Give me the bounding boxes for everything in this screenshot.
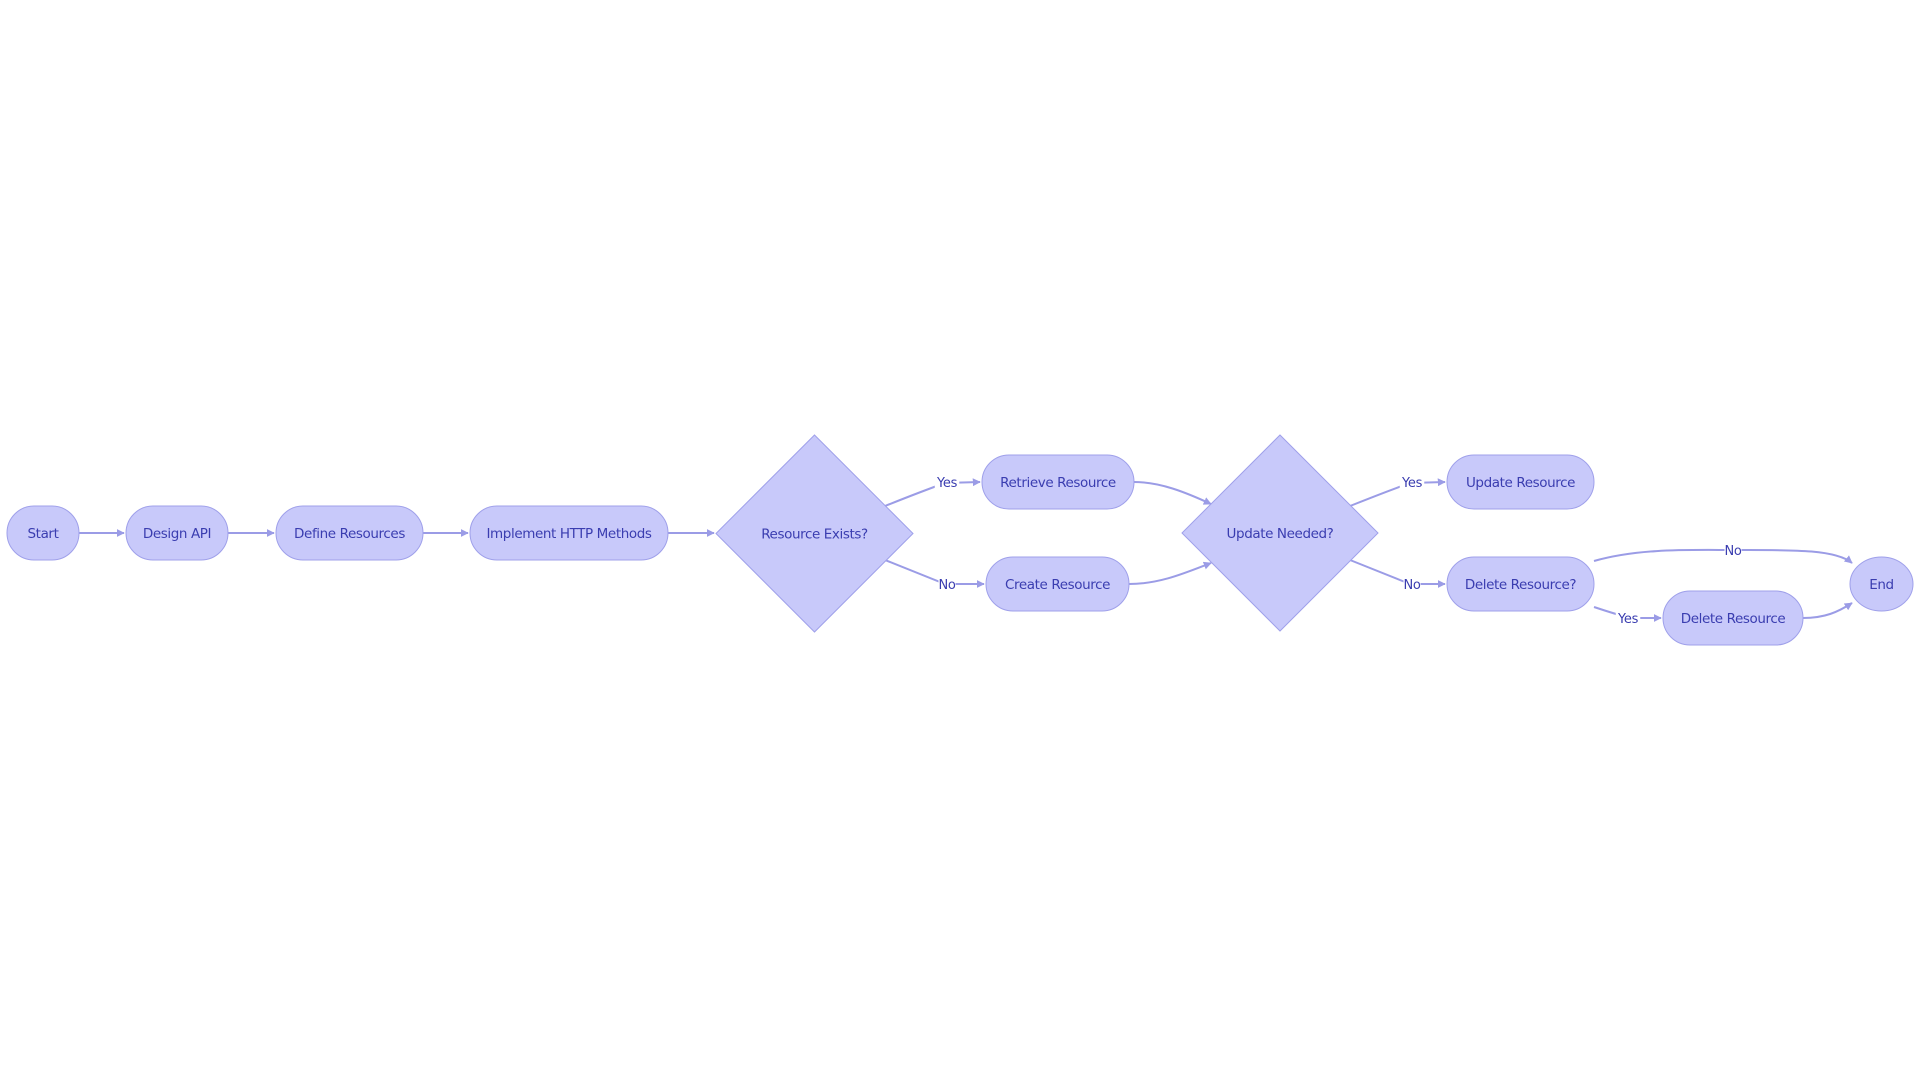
edge-label-yes: Yes (1615, 611, 1641, 627)
edge-label-yes: Yes (934, 475, 960, 491)
node-label: Implement HTTP Methods (486, 526, 651, 542)
node-delete-resource-q[interactable]: Delete Resource? (1446, 556, 1595, 612)
edge-delete-resource-to-end (1802, 602, 1853, 619)
edge-label-no: No (1724, 543, 1742, 559)
node-label: End (1869, 577, 1893, 593)
node-label: Retrieve Resource (1000, 475, 1116, 491)
node-label: Resource Exists? (761, 527, 868, 543)
node-resource-exists[interactable]: Resource Exists? (715, 434, 914, 633)
edge-resource-exists-to-create-resource (884, 559, 985, 588)
edge-label-yes: Yes (1399, 475, 1425, 491)
edge-create-resource-to-update-needed (1128, 561, 1212, 585)
edge-label-text: Yes (936, 476, 958, 491)
edge-label-text: No (1403, 578, 1420, 593)
node-define-resources[interactable]: Define Resources (275, 505, 424, 561)
node-label: Update Needed? (1227, 526, 1334, 542)
node-update-resource[interactable]: Update Resource (1446, 454, 1595, 510)
node-label: Create Resource (1005, 577, 1110, 593)
edge-update-needed-to-delete-resource-q (1349, 559, 1446, 588)
edge-label-text: No (1724, 544, 1741, 559)
node-delete-resource[interactable]: Delete Resource (1662, 590, 1804, 646)
edge-update-needed-to-update-resource (1349, 478, 1446, 507)
node-end[interactable]: End (1849, 556, 1914, 612)
node-label: Define Resources (294, 526, 405, 542)
node-design-api[interactable]: Design API (125, 505, 229, 561)
node-retrieve-resource[interactable]: Retrieve Resource (981, 454, 1135, 510)
edge-label-text: Yes (1401, 476, 1423, 491)
flowchart-diagram: Start Design API Define Resources Implement… (6, 434, 1914, 646)
node-label: Design API (143, 526, 211, 542)
node-update-needed[interactable]: Update Needed? (1181, 434, 1379, 632)
node-start[interactable]: Start (6, 505, 80, 561)
edge-retrieve-resource-to-update-needed (1133, 481, 1212, 505)
edge-label-no: No (938, 577, 956, 593)
node-label: Delete Resource (1681, 611, 1786, 627)
edge-label-no: No (1403, 577, 1421, 593)
edge-resource-exists-to-retrieve-resource (884, 478, 981, 507)
node-label: Start (28, 526, 59, 542)
edge-label-text: Yes (1617, 612, 1639, 627)
node-label: Delete Resource? (1465, 577, 1577, 593)
node-create-resource[interactable]: Create Resource (985, 556, 1130, 612)
edge-label-text: No (938, 578, 955, 593)
edge-delete-resource-q-to-end (1593, 548, 1853, 564)
node-label: Update Resource (1466, 475, 1575, 491)
node-implement-http[interactable]: Implement HTTP Methods (469, 505, 669, 561)
